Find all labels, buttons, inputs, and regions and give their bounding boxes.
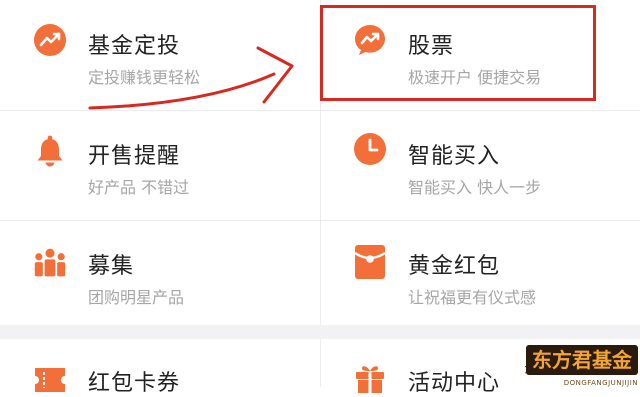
- coupon-icon: [33, 363, 67, 397]
- watermark-caption: DONGFANGJUNJIJIN: [563, 379, 638, 387]
- red-envelope-icon: [353, 245, 387, 279]
- menu-item-title: 黄金红包: [408, 254, 501, 279]
- menu-item-title: 募集: [88, 254, 135, 279]
- fund-menu-grid: 基金定投 定投赚钱更轻松 股票 极速开户 便捷交易 开售提醒 好产品 不错过 智…: [0, 0, 640, 396]
- menu-item-gold-red-envelope[interactable]: 黄金红包 让祝福更有仪式感: [320, 220, 640, 330]
- bell-icon: [33, 134, 67, 168]
- trend-up-icon: [33, 23, 67, 57]
- menu-item-fundraising[interactable]: 募集 团购明星产品: [0, 220, 320, 330]
- menu-item-smart-buy[interactable]: 智能买入 智能买入 快人一步: [320, 110, 640, 220]
- menu-item-subtitle: 智能买入 快人一步: [408, 178, 542, 197]
- menu-item-sale-reminder[interactable]: 开售提醒 好产品 不错过: [0, 110, 320, 220]
- menu-item-title: 红包卡券: [88, 371, 181, 396]
- menu-item-subtitle: 让祝福更有仪式感: [408, 288, 537, 307]
- menu-item-title: 开售提醒: [88, 144, 181, 169]
- watermark-badge: 东方君基金: [526, 345, 638, 375]
- highlight-box: [320, 5, 596, 101]
- menu-item-title: 智能买入: [408, 144, 501, 169]
- annotation-arrow: [88, 46, 294, 110]
- gift-icon: [353, 361, 387, 395]
- menu-item-subtitle: 团购明星产品: [88, 288, 185, 307]
- group-icon: [33, 246, 67, 280]
- clock-icon: [353, 132, 387, 166]
- watermark: 头 东方君基金 DONGFANGJUNJIJIN: [524, 343, 640, 387]
- menu-item-subtitle: 好产品 不错过: [88, 178, 190, 197]
- menu-item-title: 活动中心: [408, 371, 501, 396]
- menu-item-coupons[interactable]: 红包卡券: [0, 339, 320, 396]
